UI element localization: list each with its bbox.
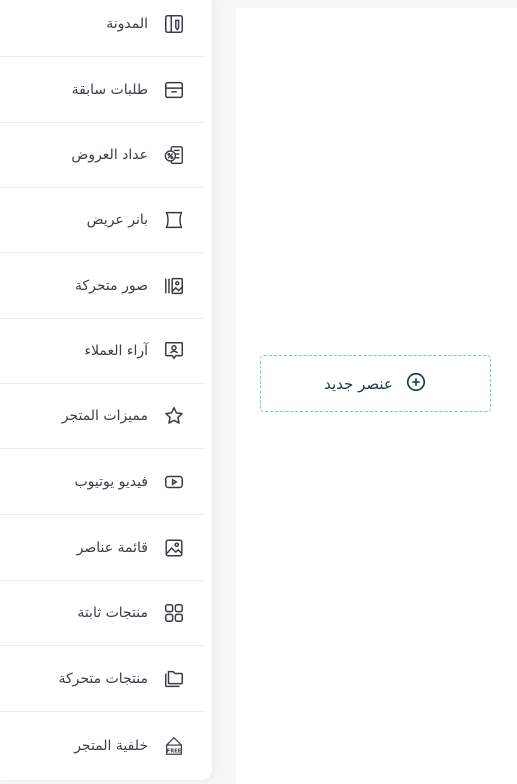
menu-item-wide-banner[interactable]: بانر عريض (0, 188, 204, 253)
menu-item-animated-images[interactable]: صور متحركة (0, 254, 204, 319)
menu-item-label: خلفية المتجر (74, 737, 148, 754)
menu-item-label: طلبات سابقة (71, 82, 148, 98)
menu-item-label: قائمة عناصر (76, 540, 148, 556)
menu-item-store-features[interactable]: مميزات المتجر (0, 384, 204, 449)
menu-item-label: منتجات متحركة (58, 671, 148, 687)
testimonial-icon (162, 339, 186, 363)
youtube-icon (162, 470, 186, 494)
discount-timer-icon (162, 143, 186, 167)
banner-icon (162, 208, 186, 232)
menu-item-label: بانر عريض (86, 212, 148, 228)
plus-circle-icon (405, 371, 427, 397)
blog-icon (162, 12, 186, 36)
menu-item-label: فيديو يوتيوب (74, 474, 148, 490)
menu-item-label: منتجات ثابتة (77, 605, 148, 621)
menu-item-blog[interactable]: المدونة (0, 0, 204, 57)
menu-item-label: آراء العملاء (84, 343, 148, 359)
folders-icon (162, 667, 186, 691)
menu-item-previous-orders[interactable]: طلبات سابقة (0, 58, 204, 123)
element-menu: المدونة طلبات سابقة عداد العروض بانر عري… (0, 0, 212, 780)
menu-item-label: المدونة (106, 16, 148, 32)
image-icon (162, 536, 186, 560)
menu-item-label: صور متحركة (75, 278, 148, 294)
svg-text:FREE: FREE (167, 748, 182, 754)
menu-item-label: عداد العروض (71, 147, 148, 163)
menu-item-animated-products[interactable]: منتجات متحركة (0, 647, 204, 712)
menu-item-offers-counter[interactable]: عداد العروض (0, 123, 204, 188)
add-new-element-label: عنصر جديد (324, 374, 393, 393)
menu-item-static-products[interactable]: منتجات ثابتة (0, 581, 204, 646)
menu-item-items-list[interactable]: قائمة عناصر (0, 516, 204, 581)
box-icon (162, 78, 186, 102)
star-icon (162, 404, 186, 428)
menu-item-label: مميزات المتجر (61, 408, 148, 424)
menu-item-youtube-video[interactable]: فيديو يوتيوب (0, 450, 204, 515)
add-new-element-button[interactable]: عنصر جديد (260, 355, 491, 412)
free-shop-icon: FREE (162, 734, 186, 758)
slider-images-icon (162, 274, 186, 298)
menu-item-testimonials[interactable]: آراء العملاء (0, 319, 204, 384)
menu-item-store-background[interactable]: خلفية المتجر FREE (0, 713, 204, 778)
grid-icon (162, 601, 186, 625)
